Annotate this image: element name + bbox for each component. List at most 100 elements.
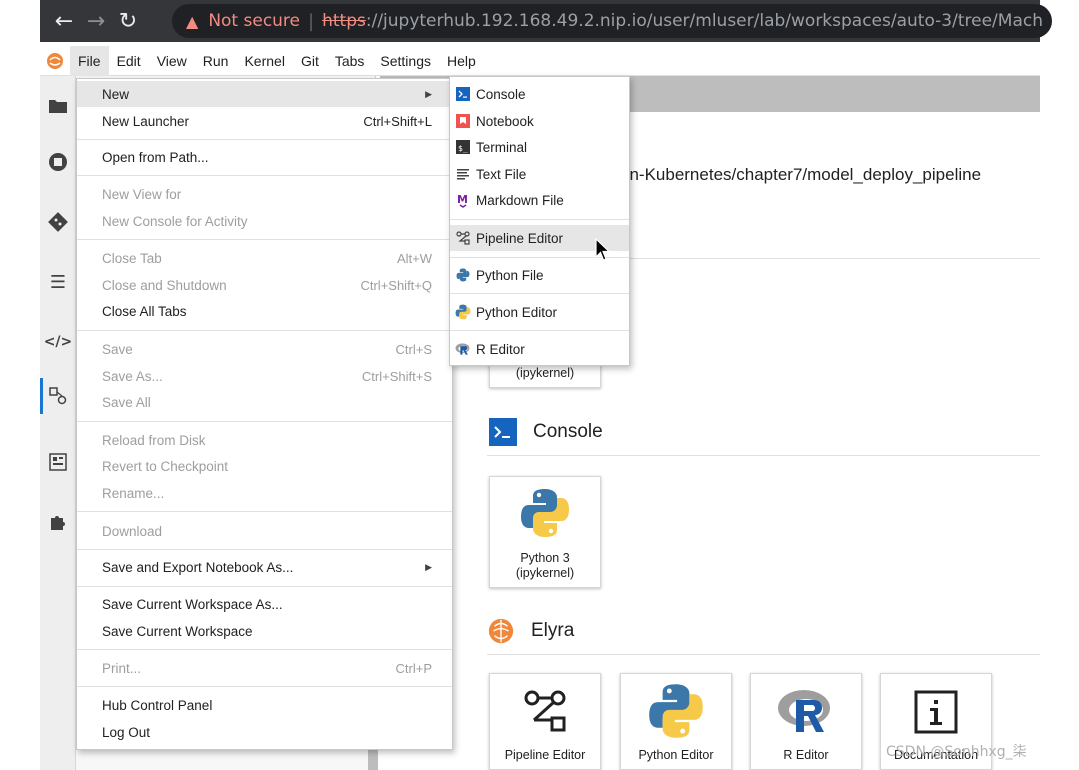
submenu-item-label: Python Editor bbox=[476, 304, 558, 320]
address-bar[interactable]: ▲ Not secure | https ://jupyterhub.192.1… bbox=[172, 4, 1052, 38]
menu-item-label: Rename... bbox=[102, 485, 165, 501]
menu-file[interactable]: File bbox=[70, 45, 109, 76]
menu-item-revert-checkpoint[interactable]: Revert to Checkpoint bbox=[77, 453, 452, 479]
url-scheme: https bbox=[322, 11, 366, 31]
menu-separator bbox=[450, 293, 629, 294]
menu-item-shortcut: Ctrl+Shift+Q bbox=[360, 277, 432, 293]
arrow-right-icon[interactable]: → bbox=[80, 5, 112, 37]
menu-item-save-workspace-as[interactable]: Save Current Workspace As... bbox=[77, 591, 452, 617]
menu-item-label: Close Tab bbox=[102, 250, 162, 266]
terminal-icon: $_ bbox=[455, 139, 471, 155]
submenu-item-label: R Editor bbox=[476, 341, 525, 357]
menu-item-label: New bbox=[102, 86, 130, 102]
submenu-item-label: Console bbox=[476, 86, 526, 102]
menu-item-new-console-activity[interactable]: New Console for Activity bbox=[77, 208, 452, 234]
submenu-item-python-file[interactable]: Python File bbox=[450, 262, 629, 288]
submenu-item-label: Pipeline Editor bbox=[476, 230, 564, 246]
menu-item-save[interactable]: Save Ctrl+S bbox=[77, 336, 452, 362]
console-section-label: Console bbox=[533, 421, 603, 442]
menu-item-hub-control[interactable]: Hub Control Panel bbox=[77, 692, 452, 718]
submenu-arrow-icon: ▶ bbox=[425, 561, 432, 572]
menu-separator bbox=[77, 686, 452, 687]
menu-item-save-as[interactable]: Save As... Ctrl+Shift+S bbox=[77, 363, 452, 389]
pipeline-editor-card[interactable]: Pipeline Editor bbox=[489, 673, 601, 770]
submenu-item-python-editor[interactable]: Python Editor bbox=[450, 299, 629, 325]
watermark: CSDN @Sonhhxg_柒 bbox=[886, 744, 1027, 760]
menu-item-save-workspace[interactable]: Save Current Workspace bbox=[77, 618, 452, 644]
menu-item-label: Hub Control Panel bbox=[102, 697, 213, 713]
menu-view[interactable]: View bbox=[149, 46, 195, 76]
menu-item-label: Revert to Checkpoint bbox=[102, 458, 229, 474]
card-label: Pipeline Editor bbox=[504, 748, 586, 762]
menu-item-label: Download bbox=[102, 523, 163, 539]
menu-item-open-from-path[interactable]: Open from Path... bbox=[77, 144, 452, 170]
browser-toolbar: ← → ↻ ▲ Not secure | https ://jupyterhub… bbox=[40, 0, 1052, 42]
r-logo-icon bbox=[455, 341, 471, 357]
menu-item-close-shutdown[interactable]: Close and Shutdown Ctrl+Shift+Q bbox=[77, 272, 452, 298]
submenu-item-terminal[interactable]: $_ Terminal bbox=[450, 134, 629, 160]
git-icon[interactable] bbox=[40, 204, 76, 240]
submenu-item-label: Python File bbox=[476, 267, 544, 283]
menu-item-print[interactable]: Print... Ctrl+P bbox=[77, 655, 452, 681]
reload-icon[interactable]: ↻ bbox=[112, 5, 144, 37]
menu-help[interactable]: Help bbox=[439, 46, 484, 76]
code-snippets-icon[interactable]: </> bbox=[40, 324, 76, 360]
submenu-item-text-file[interactable]: Text File bbox=[450, 161, 629, 187]
python-editor-card[interactable]: Python Editor bbox=[620, 673, 732, 770]
menu-settings[interactable]: Settings bbox=[372, 46, 439, 76]
elyra-brain-icon bbox=[487, 617, 515, 645]
menu-item-shortcut: Ctrl+P bbox=[395, 660, 432, 676]
submenu-item-console[interactable]: Console bbox=[450, 81, 629, 107]
menu-item-close-tab[interactable]: Close Tab Alt+W bbox=[77, 245, 452, 271]
submenu-item-r-editor[interactable]: R Editor bbox=[450, 336, 629, 362]
menu-item-shortcut: Alt+W bbox=[396, 250, 432, 266]
python-logo-icon bbox=[455, 267, 471, 283]
menu-item-rename[interactable]: Rename... bbox=[77, 480, 452, 506]
menu-item-reload-disk[interactable]: Reload from Disk bbox=[77, 427, 452, 453]
menu-separator bbox=[77, 139, 452, 140]
text-file-icon bbox=[455, 166, 471, 182]
python-logo-icon bbox=[521, 489, 569, 537]
console-python3-card[interactable]: Python 3 (ipykernel) bbox=[489, 476, 601, 588]
left-sidebar: ☰ </> bbox=[40, 76, 76, 770]
menu-item-new-launcher[interactable]: New Launcher Ctrl+Shift+L bbox=[77, 108, 452, 134]
menu-item-label: Save Current Workspace bbox=[102, 623, 253, 639]
menu-separator bbox=[77, 330, 452, 331]
menu-item-close-all-tabs[interactable]: Close All Tabs bbox=[77, 298, 452, 324]
r-editor-card[interactable]: R Editor bbox=[750, 673, 862, 770]
menu-item-label: Print... bbox=[102, 660, 142, 676]
elyra-section-title: Elyra bbox=[487, 617, 574, 645]
submenu-item-markdown-file[interactable]: M Markdown File bbox=[450, 187, 629, 213]
menu-edit[interactable]: Edit bbox=[109, 46, 149, 76]
menu-git[interactable]: Git bbox=[293, 46, 327, 76]
svg-text:M: M bbox=[457, 193, 468, 206]
menu-item-label: Close and Shutdown bbox=[102, 277, 227, 293]
menu-tabs[interactable]: Tabs bbox=[327, 46, 373, 76]
folder-icon[interactable] bbox=[40, 88, 76, 124]
menu-item-save-export[interactable]: Save and Export Notebook As... ▶ bbox=[77, 554, 452, 580]
menu-separator bbox=[77, 511, 452, 512]
menu-item-shortcut: Ctrl+S bbox=[395, 341, 432, 357]
extension-puzzle-icon[interactable] bbox=[40, 504, 76, 540]
running-stop-icon[interactable] bbox=[40, 144, 76, 180]
menu-separator bbox=[77, 586, 452, 587]
menu-item-new-view[interactable]: New View for bbox=[77, 181, 452, 207]
menu-item-save-all[interactable]: Save All bbox=[77, 389, 452, 415]
menu-item-log-out[interactable]: Log Out bbox=[77, 719, 452, 745]
menu-kernel[interactable]: Kernel bbox=[236, 46, 292, 76]
submenu-item-label: Terminal bbox=[476, 139, 528, 155]
card-label: Python Editor bbox=[638, 748, 714, 762]
pipeline-components-icon[interactable] bbox=[40, 378, 76, 414]
menu-run[interactable]: Run bbox=[195, 46, 237, 76]
table-of-contents-icon[interactable]: ☰ bbox=[40, 264, 76, 300]
python-logo-icon bbox=[455, 304, 471, 320]
property-inspector-icon[interactable] bbox=[40, 444, 76, 480]
launcher-path: on-Kubernetes/chapter7/model_deploy_pipe… bbox=[620, 165, 982, 184]
menu-item-label: Close All Tabs bbox=[102, 303, 187, 319]
submenu-item-label: Text File bbox=[476, 166, 527, 182]
arrow-left-icon[interactable]: ← bbox=[48, 5, 80, 37]
menu-item-new[interactable]: New ▶ bbox=[77, 81, 452, 107]
submenu-item-notebook[interactable]: Notebook bbox=[450, 108, 629, 134]
menu-item-download[interactable]: Download bbox=[77, 518, 452, 544]
card-label-line1: Python 3 bbox=[520, 551, 570, 565]
